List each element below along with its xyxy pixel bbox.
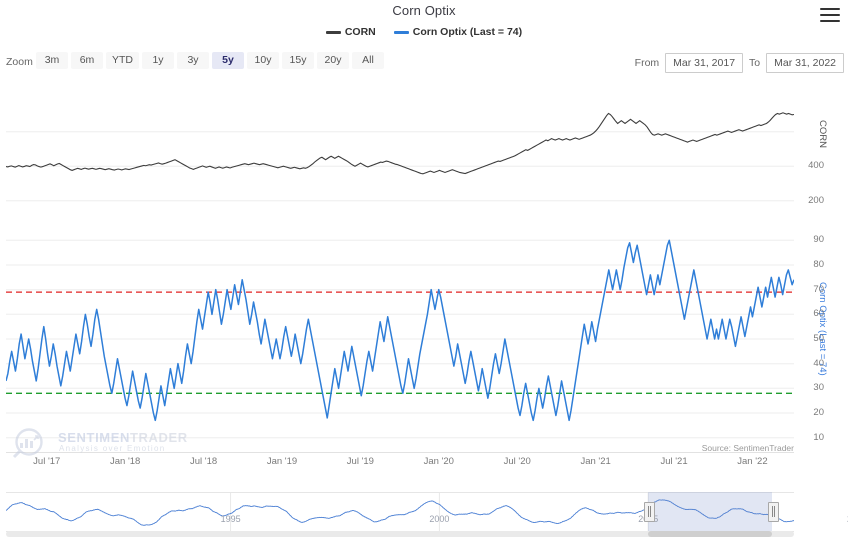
optix-chart-svg xyxy=(6,239,794,439)
navigator-scrollbar-thumb[interactable] xyxy=(648,531,772,537)
hamburger-line xyxy=(820,20,840,22)
navigator-outline xyxy=(6,492,794,532)
range-selector: Zoom 3m 6m YTD 1y 3y 5y 10y 15y 20y All From Mar … xyxy=(0,52,848,74)
optix-y-tick: 90 xyxy=(813,234,824,246)
navigator-scrollbar[interactable] xyxy=(6,531,794,537)
zoom-button-ytd[interactable]: YTD xyxy=(106,52,139,69)
corn-price-line xyxy=(6,112,794,175)
zoom-button-15y[interactable]: 15y xyxy=(282,52,314,69)
navigator-year-label: 2000 xyxy=(429,514,450,524)
zoom-button-group: 3m 6m YTD 1y 3y 5y 10y 15y 20y All xyxy=(36,52,384,69)
optix-y-tick: 20 xyxy=(813,407,824,418)
from-label: From xyxy=(634,57,660,69)
navigator-year-label: 1995 xyxy=(220,514,241,524)
optix-y-tick: 80 xyxy=(813,259,824,270)
price-y-tick: 200 xyxy=(808,194,824,206)
x-axis-tick: Jul '21 xyxy=(660,456,688,467)
zoom-button-3m[interactable]: 3m xyxy=(36,52,68,69)
zoom-button-all[interactable]: All xyxy=(352,52,384,69)
price-axis-title: CORN xyxy=(817,120,828,148)
zoom-button-10y[interactable]: 10y xyxy=(247,52,279,69)
hamburger-line xyxy=(820,8,840,10)
x-axis-tick: Jan '22 xyxy=(737,456,768,467)
x-axis-tick: Jul '20 xyxy=(503,456,531,467)
x-axis-tick: Jan '20 xyxy=(423,456,454,467)
zoom-button-20y[interactable]: 20y xyxy=(317,52,349,69)
x-axis-tick: Jan '18 xyxy=(110,456,141,467)
x-axis-line xyxy=(6,452,794,453)
zoom-button-5y[interactable]: 5y xyxy=(212,52,244,69)
optix-y-tick: 70 xyxy=(813,283,824,295)
chart-legend: CORN Corn Optix (Last = 74) xyxy=(0,26,848,38)
x-axis-tick: Jan '19 xyxy=(266,456,298,467)
optix-pane[interactable] xyxy=(6,228,794,450)
to-label: To xyxy=(749,57,761,69)
x-axis-tick: Jan '21 xyxy=(580,456,611,467)
legend-label: CORN xyxy=(344,26,376,39)
page-title: Corn Optix xyxy=(392,3,456,18)
price-pane[interactable] xyxy=(6,80,794,218)
zoom-button-6m[interactable]: 6m xyxy=(71,52,103,69)
x-axis-tick: Jul '19 xyxy=(346,456,374,467)
optix-y-tick: 60 xyxy=(813,308,824,320)
optix-y-tick: 40 xyxy=(813,357,824,369)
x-axis-tick: Jul '17 xyxy=(33,456,61,467)
legend-item-1[interactable]: Corn Optix (Last = 74) xyxy=(393,26,523,39)
optix-y-tick: 30 xyxy=(813,382,824,394)
to-date-input[interactable]: Mar 31, 2022 xyxy=(766,53,844,73)
legend-label: Corn Optix (Last = 74) xyxy=(412,26,523,39)
date-range-inputs: From Mar 31, 2017 To Mar 31, 2022 xyxy=(635,53,844,73)
navigator-handle-left[interactable] xyxy=(644,502,656,522)
legend-swatch-icon xyxy=(325,30,341,34)
optix-y-tick: 10 xyxy=(813,431,824,443)
navigator[interactable]: 199520002005201020152020 xyxy=(5,492,848,534)
price-y-tick: 400 xyxy=(808,160,824,172)
chart-app: Corn Optix CORN Corn Optix (Last = 74) Zo… xyxy=(0,0,848,538)
legend-item-0[interactable]: CORN xyxy=(325,26,376,39)
from-date-input[interactable]: Mar 31, 2017 xyxy=(665,53,744,73)
hamburger-line xyxy=(820,14,840,16)
navigator-handle-right[interactable] xyxy=(767,502,779,522)
hamburger-icon[interactable] xyxy=(820,8,840,24)
source-note: Source: SentimenTrader xyxy=(701,443,794,453)
legend-swatch-icon xyxy=(393,30,409,34)
optix-y-tick: 50 xyxy=(813,333,824,344)
price-chart-svg xyxy=(6,112,794,202)
x-axis-tick: Jul '18 xyxy=(189,456,218,467)
zoom-button-1y[interactable]: 1y xyxy=(142,52,174,69)
zoom-label: Zoom xyxy=(6,56,33,68)
zoom-button-3y[interactable]: 3y xyxy=(177,52,209,69)
